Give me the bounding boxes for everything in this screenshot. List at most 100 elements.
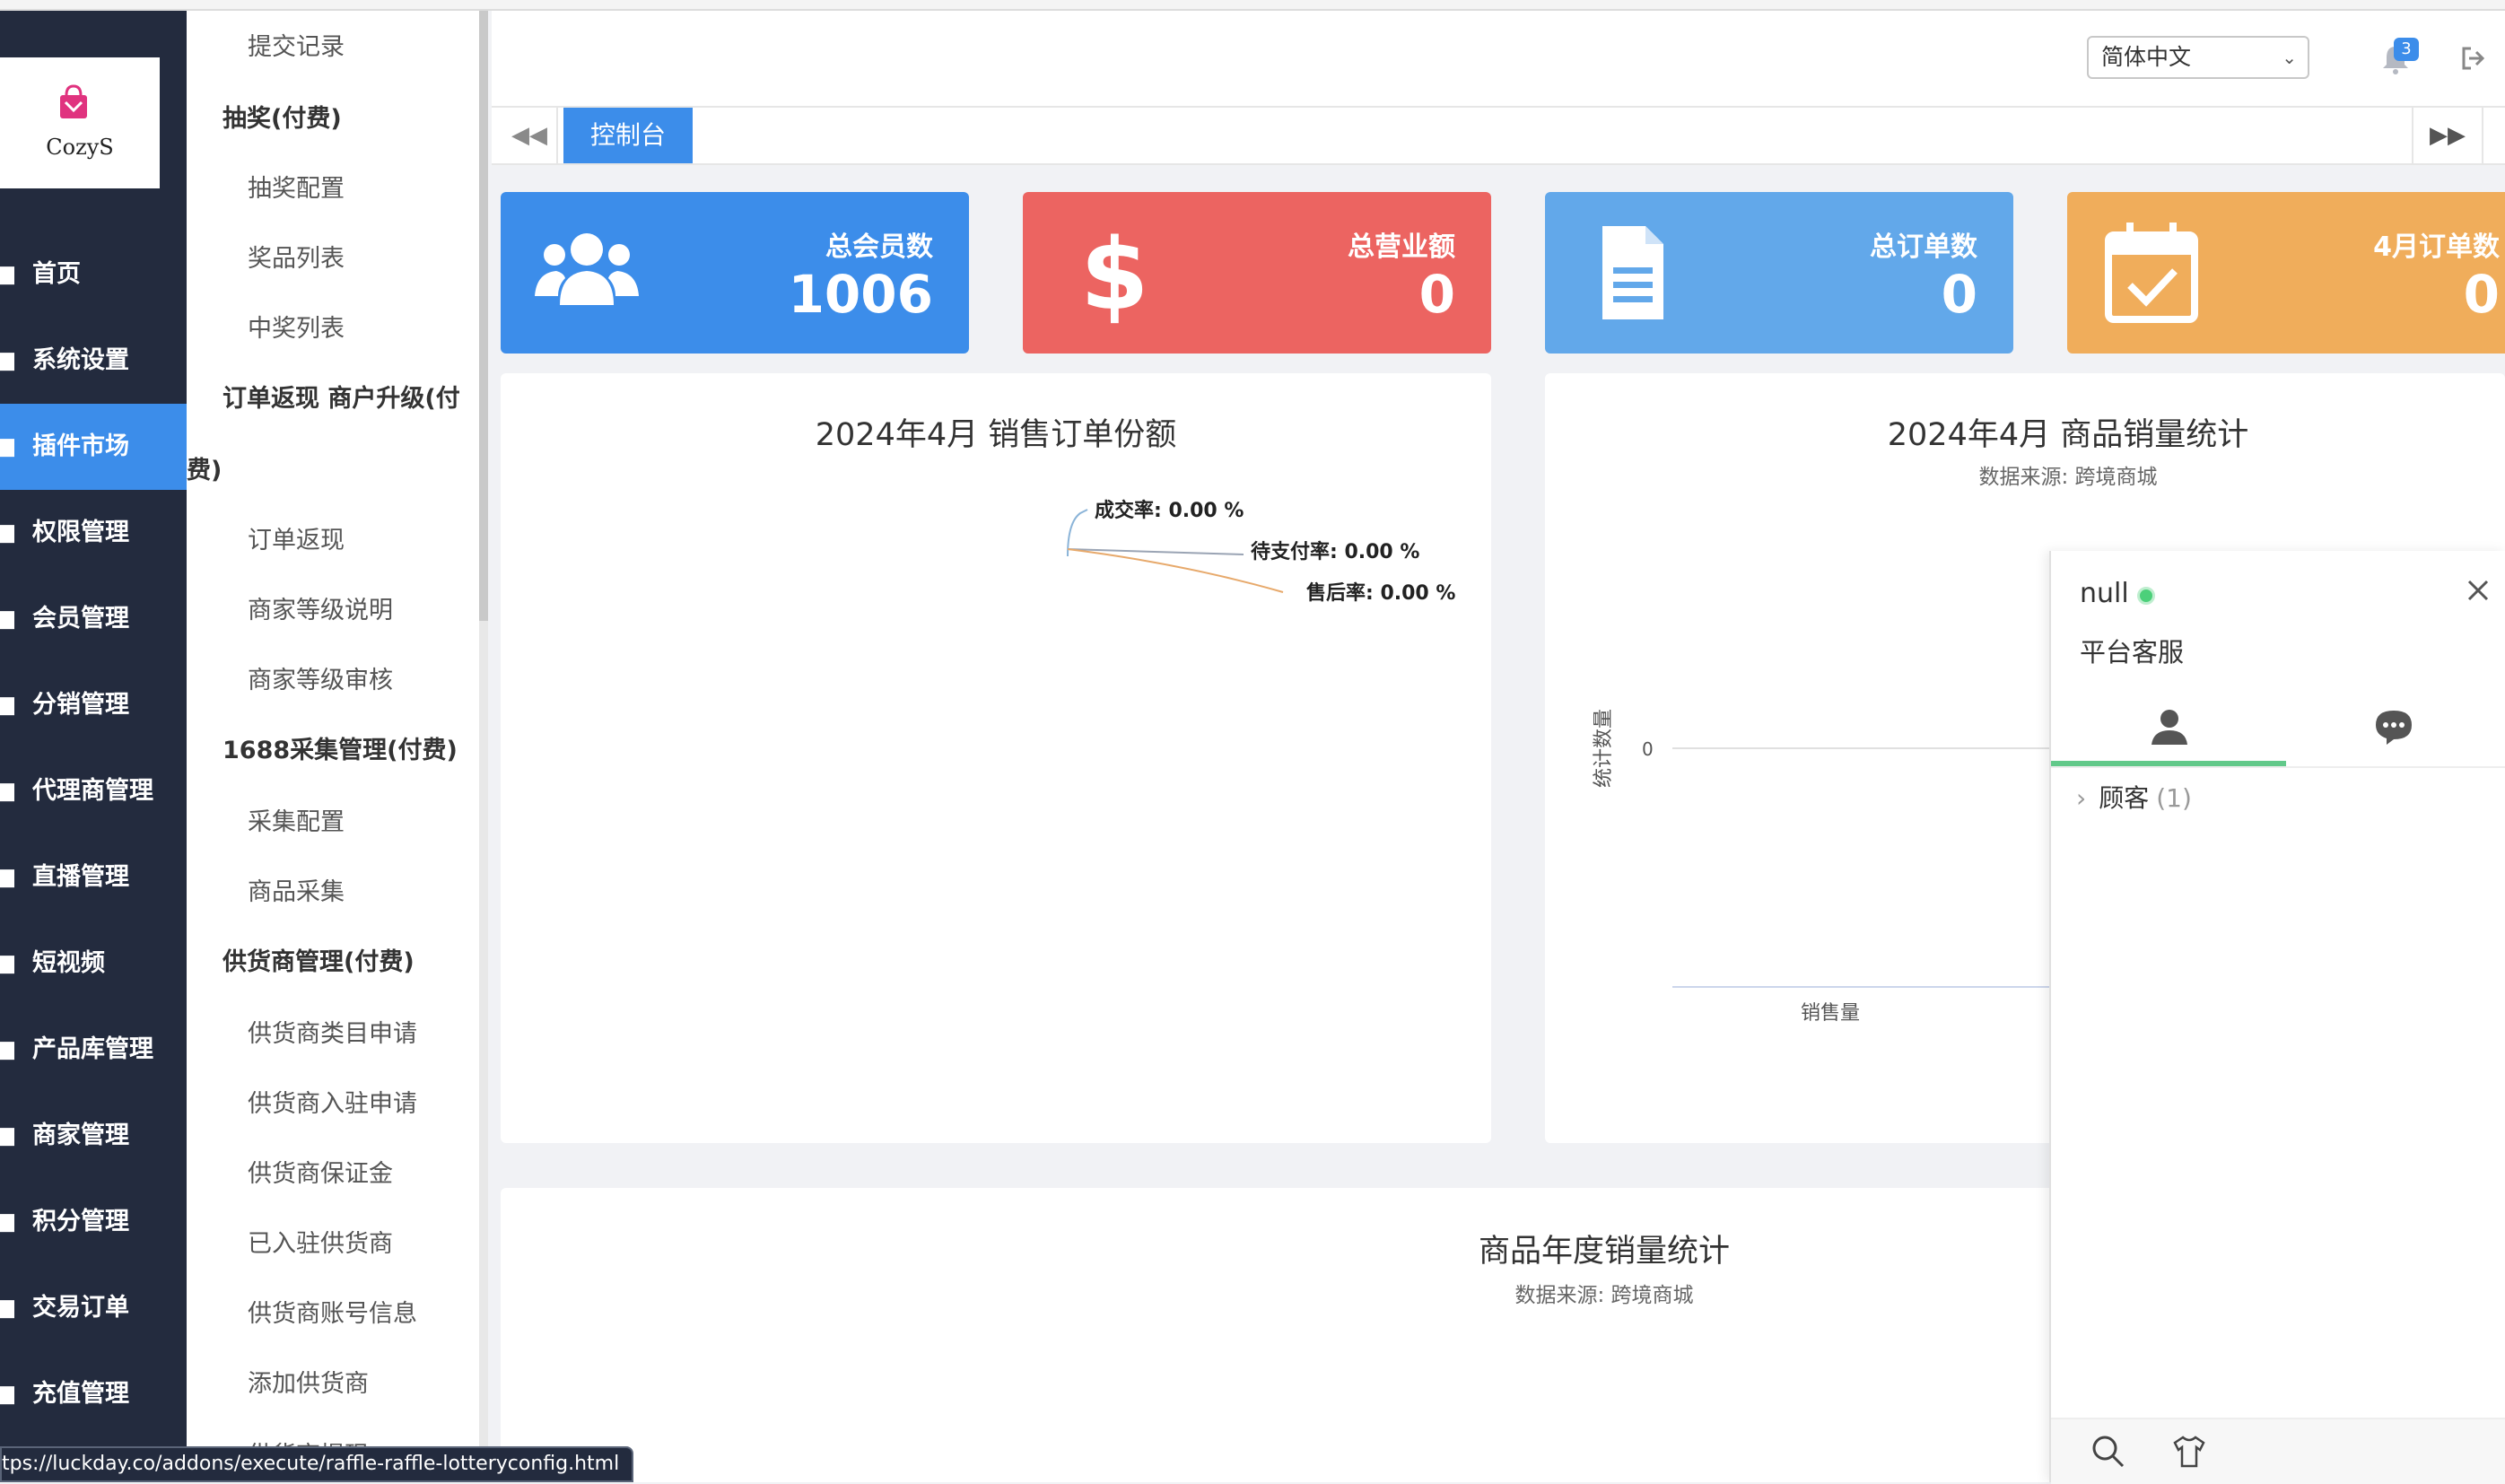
submenu-item[interactable]: 抽奖配置	[248, 169, 345, 204]
submenu-item[interactable]: 提交记录	[248, 27, 345, 62]
recharge-icon: ■	[0, 1381, 14, 1408]
online-status-dot	[2137, 587, 2155, 605]
svg-text:$: $	[1080, 219, 1149, 327]
double-left-icon: ◀◀	[511, 122, 547, 149]
submenu-group-header[interactable]: 1688采集管理(付费)	[223, 730, 458, 765]
submenu-scrollbar[interactable]	[479, 11, 488, 1482]
tab-dashboard[interactable]: 控制台	[563, 108, 693, 163]
pie-chart-panel: 2024年4月 销售订单份额 成交率: 0.00 % 待支付率: 0.00 % 售后…	[501, 373, 1491, 1143]
chevron-right-icon: ›	[2076, 783, 2087, 813]
sidebar-item[interactable]: ■ 产品库管理	[0, 1007, 187, 1093]
users-icon	[535, 233, 639, 305]
submenu-item[interactable]: 商品采集	[248, 872, 345, 907]
sidebar-item-label: 插件市场	[32, 432, 129, 460]
notification-badge: 3	[2394, 38, 2419, 61]
chevron-down-icon: ⌄	[2282, 47, 2297, 68]
submenu-item[interactable]: 商家等级说明	[248, 590, 393, 625]
users-icon: ■	[0, 606, 14, 633]
submenu-item[interactable]: 供货商保证金	[248, 1154, 393, 1189]
person-icon	[2152, 710, 2187, 745]
submenu-group-header[interactable]: 供货商管理(付费)	[223, 942, 415, 977]
stat-card-month-orders[interactable]: 4月订单数 0	[2067, 192, 2505, 354]
submenu-item[interactable]: 采集配置	[248, 802, 345, 837]
stat-title: 总订单数	[1870, 231, 1977, 263]
calendar-check-icon	[2105, 223, 2198, 323]
logo[interactable]: CozyS	[0, 57, 160, 188]
language-select-value: 简体中文	[2101, 44, 2192, 70]
submenu-item[interactable]: 中奖列表	[248, 309, 345, 344]
submenu-item[interactable]: 商家等级审核	[248, 660, 393, 695]
status-bar-url: tps://luckday.co/addons/execute/raffle-r…	[0, 1446, 634, 1482]
sidebar-item-label: 系统设置	[32, 346, 129, 374]
tab-bar: ◀◀ 控制台 ▶▶	[492, 108, 2505, 165]
chat-footer-toolbar	[2051, 1418, 2505, 1484]
y-axis-label: 统计数量	[1593, 709, 1615, 788]
video-icon: ■	[0, 950, 14, 977]
shirt-icon[interactable]	[2171, 1436, 2207, 1468]
sidebar-item[interactable]: ■ 交易订单	[0, 1265, 187, 1351]
submenu-item[interactable]: 奖品列表	[248, 239, 345, 274]
search-icon[interactable]	[2090, 1434, 2126, 1470]
stat-value: 0	[2463, 264, 2500, 325]
chat-tab-messages[interactable]	[2286, 685, 2505, 764]
dollar-icon: $	[1080, 219, 1149, 327]
chat-bubble-icon	[2376, 711, 2412, 745]
pie-slice-label: 售后率: 0.00 %	[1306, 581, 1455, 605]
home-icon: ■	[0, 261, 14, 288]
sidebar-item[interactable]: ■ 插件市场	[0, 404, 187, 490]
sidebar-item[interactable]: ■ 首页	[0, 231, 187, 318]
document-icon	[1602, 226, 1663, 319]
sidebar-item[interactable]: ■ 代理商管理	[0, 748, 187, 834]
y-tick-label: 0	[1642, 738, 1654, 760]
submenu-item[interactable]: 供货商类目申请	[248, 1014, 417, 1049]
submenu-item[interactable]: 供货商入驻申请	[248, 1084, 417, 1119]
scale-icon: ■	[0, 1036, 14, 1063]
submenu-item[interactable]: 订单返现	[248, 520, 345, 555]
stat-title: 总营业额	[1348, 231, 1455, 263]
sidebar-item[interactable]: ■ 系统设置	[0, 318, 187, 404]
chat-service-label: 平台客服	[2080, 637, 2185, 668]
double-right-icon: ▶▶	[2430, 122, 2466, 149]
group-label: 顾客	[2099, 783, 2150, 813]
live-icon: ■	[0, 864, 14, 891]
distribution-icon: ■	[0, 692, 14, 719]
stat-card-orders[interactable]: 总订单数 0	[1545, 192, 2013, 354]
submenu-item[interactable]: 已入驻供货商	[248, 1224, 393, 1259]
sidebar-item[interactable]: ■ 积分管理	[0, 1179, 187, 1265]
logo-text: CozyS	[46, 135, 114, 160]
submenu-group-header[interactable]: 抽奖(付费)	[223, 99, 342, 134]
chat-tab-contacts[interactable]	[2051, 685, 2286, 766]
chat-group-customers[interactable]: › 顾客 (1)	[2076, 779, 2192, 815]
sidebar-item-label: 商家管理	[32, 1122, 129, 1149]
sidebar-item[interactable]: ■ 分销管理	[0, 662, 187, 748]
agent-icon: ■	[0, 778, 14, 805]
sidebar-item[interactable]: ■ 权限管理	[0, 490, 187, 576]
stat-value: 0	[1941, 264, 1977, 325]
submenu-item[interactable]: 添加供货商	[248, 1364, 369, 1399]
sidebar-item[interactable]: ■ 充值管理	[0, 1351, 187, 1437]
logout-icon[interactable]	[2458, 43, 2489, 74]
sidebar-item[interactable]: ■ 直播管理	[0, 834, 187, 921]
scrollbar-thumb[interactable]	[479, 11, 488, 621]
tab-prev-button[interactable]: ◀◀	[502, 108, 558, 163]
sidebar-item[interactable]: ■ 会员管理	[0, 576, 187, 662]
cart-icon: ■	[0, 1295, 14, 1322]
stat-card-revenue[interactable]: $ 总营业额 0	[1023, 192, 1491, 354]
sidebar-item[interactable]: ■ 短视频	[0, 921, 187, 1007]
submenu-group-header[interactable]: 订单返现 商户升级(付	[223, 379, 460, 414]
stat-card-members[interactable]: 总会员数 1006	[501, 192, 969, 354]
sidebar-item-label: 充值管理	[32, 1380, 129, 1408]
pie-chart: 成交率: 0.00 % 待支付率: 0.00 % 售后率: 0.00 %	[1067, 499, 1455, 605]
submenu-item[interactable]: 供货商账号信息	[248, 1294, 417, 1329]
sidebar-item[interactable]: ■ 商家管理	[0, 1093, 187, 1179]
close-icon[interactable]	[2460, 572, 2496, 608]
sidebar-item-label: 首页	[32, 260, 81, 288]
stat-title: 4月订单数	[2373, 231, 2500, 263]
submenu-group-header[interactable]: 费)	[187, 450, 222, 485]
sidebar: CozyS ■ 首页 ■ 系统设置 ■ 插件市场 ■ 权限管理 ■ 会员管理 ■ 分销管理 ■ 代理商管理…	[0, 11, 187, 1482]
language-select[interactable]: 简体中文 ⌄	[2087, 36, 2309, 79]
tab-next-button[interactable]: ▶▶	[2412, 108, 2483, 163]
stat-value: 0	[1418, 264, 1455, 325]
pie-slice-label: 待支付率: 0.00 %	[1251, 540, 1419, 563]
stat-title: 总会员数	[825, 231, 933, 263]
